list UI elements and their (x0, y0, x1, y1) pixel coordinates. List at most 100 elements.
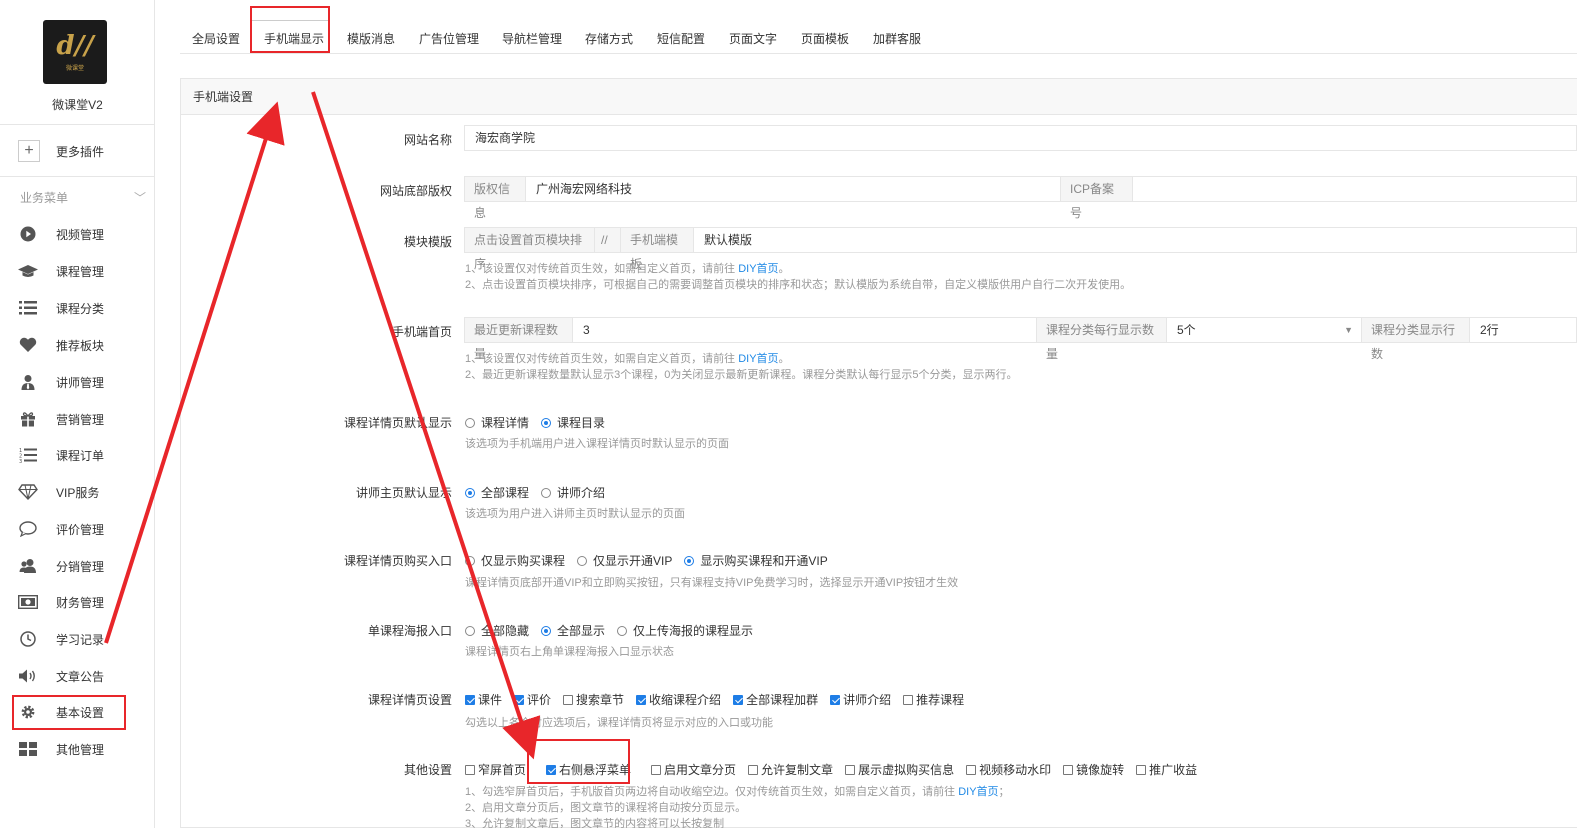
checkbox-recommend-course[interactable]: 推荐课程 (903, 691, 964, 708)
checkbox-collapse-intro[interactable]: 收缩课程介绍 (636, 691, 721, 708)
sidebar-item-recommend[interactable]: 推荐板块 (18, 333, 138, 357)
copyright-addon: 版权信息 (464, 176, 526, 220)
sidebar-item-marketing[interactable]: 营销管理 (18, 407, 138, 431)
latest-count-input[interactable]: 3 (572, 317, 1037, 343)
sidebar-divider (0, 176, 155, 177)
tab-sms-config[interactable]: 短信配置 (657, 30, 705, 47)
clock-icon (18, 629, 38, 649)
diy-home-link[interactable]: DIY首页 (958, 786, 998, 798)
checkbox-teacher-intro[interactable]: 讲师介绍 (830, 691, 891, 708)
sidebar-item-review[interactable]: 评价管理 (18, 517, 138, 541)
site-name-input[interactable]: 海宏商学院 (464, 125, 1577, 151)
teacher-default-label: 讲师主页默认显示 (355, 486, 452, 500)
diamond-icon (18, 482, 38, 502)
sidebar-item-distribution[interactable]: 分销管理 (18, 554, 138, 578)
svg-text:3: 3 (19, 459, 22, 463)
checkbox-narrow-home[interactable]: 窄屏首页 (465, 761, 526, 778)
radio-all-shown[interactable]: 全部显示 (541, 622, 605, 639)
checkbox-promotion-income[interactable]: 推广收益 (1136, 761, 1197, 778)
sidebar-item-finance[interactable]: 财务管理 (18, 590, 138, 614)
tab-storage[interactable]: 存储方式 (585, 30, 633, 47)
tab-page-text[interactable]: 页面文字 (729, 30, 777, 47)
checkbox-mirror-rotate[interactable]: 镜像旋转 (1063, 761, 1124, 778)
other-help-3: 3、允许复制文章后，图文章节的内容将可以长按复制 (465, 818, 725, 828)
mobile-home-label: 手机端首页 (391, 325, 452, 339)
radio-vip-only[interactable]: 仅显示开通VIP (577, 552, 672, 569)
section-business-menu[interactable]: 业务菜单 ﹀ (20, 189, 146, 206)
other-help-1: 1、勾选窄屏首页后，手机版首页两边将自动收缩空边。仅对传统首页生效，如需自定义首… (465, 786, 1010, 798)
users-icon (18, 556, 38, 576)
sidebar-item-other[interactable]: 其他管理 (18, 737, 138, 761)
footer-copyright-label: 网站底部版权 (379, 184, 452, 198)
gift-icon (18, 409, 38, 429)
category-per-row-select[interactable]: 5个 ▼ (1166, 317, 1362, 343)
detail-settings-label: 课程详情页设置 (367, 693, 452, 707)
sidebar-item-label: 视频管理 (56, 227, 105, 242)
poster-entry-label: 单课程海报入口 (367, 624, 452, 638)
checkbox-article-paging[interactable]: 启用文章分页 (651, 761, 736, 778)
radio-buy-only[interactable]: 仅显示购买课程 (465, 552, 565, 569)
sidebar-item-label: 学习记录 (56, 632, 105, 647)
tab-page-template[interactable]: 页面模板 (801, 30, 849, 47)
radio-teacher-intro[interactable]: 讲师介绍 (541, 484, 605, 501)
site-name-label: 网站名称 (403, 133, 452, 147)
tab-global-settings[interactable]: 全局设置 (192, 30, 240, 47)
radio-all-hidden[interactable]: 全部隐藏 (465, 622, 529, 639)
sidebar-item-category[interactable]: 课程分类 (18, 296, 138, 320)
checkbox-courseware[interactable]: 课件 (465, 691, 502, 708)
checkbox-search-chapter[interactable]: 搜索章节 (563, 691, 624, 708)
app-name: 微课堂V2 (52, 98, 103, 112)
checkbox-review[interactable]: 评价 (514, 691, 551, 708)
radio-poster-only[interactable]: 仅上传海报的课程显示 (617, 622, 753, 639)
icp-input[interactable] (1132, 176, 1577, 202)
module-sort-button[interactable]: 点击设置首页模块排序 (464, 227, 595, 271)
sidebar-item-label: 营销管理 (56, 412, 105, 427)
detail-settings-help: 勾选以上各个对应选项后，课程详情页将显示对应的入口或功能 (465, 717, 773, 729)
sidebar-item-orders[interactable]: 123 课程订单 (18, 443, 138, 467)
buy-entry-label: 课程详情页购买入口 (343, 554, 452, 568)
module-help-2: 2、点击设置首页模块排序，可根据自己的需要调整首页模块的排序和状态；默认模版为系… (465, 279, 1132, 291)
checkbox-allow-copy[interactable]: 允许复制文章 (748, 761, 833, 778)
tab-ad-management[interactable]: 广告位管理 (419, 30, 479, 47)
radio-course-detail[interactable]: 课程详情 (465, 414, 529, 431)
checkbox-join-group[interactable]: 全部课程加群 (733, 691, 818, 708)
checkbox-video-watermark[interactable]: 视频移动水印 (966, 761, 1051, 778)
sidebar-item-label: 推荐板块 (56, 338, 105, 353)
sidebar-item-study-record[interactable]: 学习记录 (18, 627, 138, 651)
detail-settings-checkboxes: 课件 评价 搜索章节 收缩课程介绍 全部课程加群 讲师介绍 推荐课程 (465, 691, 976, 708)
app-logo[interactable]: d// 微课堂 (43, 20, 107, 84)
logo-mark-icon: d// (56, 30, 94, 61)
sidebar-item-label: 课程分类 (56, 301, 105, 316)
more-plugins-label: 更多插件 (56, 144, 105, 159)
course-detail-default-help: 该选项为手机端用户进入课程详情页时默认显示的页面 (465, 438, 729, 450)
radio-all-courses[interactable]: 全部课程 (465, 484, 529, 501)
dropdown-caret-icon: ▼ (1344, 325, 1353, 335)
home-help-2: 2、最近更新课程数量默认显示3个课程，0为关闭显示最新更新课程。课程分类默认每行… (465, 369, 1018, 381)
sidebar-item-teacher[interactable]: 讲师管理 (18, 370, 138, 394)
teacher-default-radios: 全部课程 讲师介绍 (465, 484, 617, 501)
more-plugins-button[interactable]: + 更多插件 (18, 140, 104, 162)
module-separator: // (594, 227, 621, 253)
poster-entry-help: 课程详情页右上角单课程海报入口显示状态 (465, 646, 674, 658)
category-rows-select[interactable]: 2行 (1469, 317, 1577, 343)
sidebar-item-video[interactable]: 视频管理 (18, 222, 138, 246)
radio-course-catalog[interactable]: 课程目录 (541, 414, 605, 431)
sidebar-divider (0, 124, 155, 125)
sidebar-item-article[interactable]: 文章公告 (18, 664, 138, 688)
tab-group-service[interactable]: 加群客服 (873, 30, 921, 47)
tab-template-message[interactable]: 模版消息 (347, 30, 395, 47)
copyright-input[interactable]: 广州海宏网络科技 (525, 176, 1061, 202)
sidebar-item-vip[interactable]: VIP服务 (18, 480, 138, 504)
checkbox-virtual-purchase[interactable]: 展示虚拟购买信息 (845, 761, 954, 778)
category-rows-addon: 课程分类显示行数 (1361, 317, 1470, 361)
sidebar-item-course[interactable]: 课程管理 (18, 259, 138, 283)
diy-home-link[interactable]: DIY首页 (738, 263, 778, 275)
mobile-template-addon: 手机端模板 (620, 227, 694, 271)
tab-bar: 全局设置 手机端显示 模版消息 广告位管理 导航栏管理 存储方式 短信配置 页面… (180, 20, 1577, 54)
grid-icon (18, 739, 38, 759)
chevron-down-icon: ﹀ (133, 191, 146, 205)
module-template-select[interactable]: 默认模版 (693, 227, 1577, 253)
tab-nav-management[interactable]: 导航栏管理 (502, 30, 562, 47)
diy-home-link[interactable]: DIY首页 (738, 353, 778, 365)
radio-buy-and-vip[interactable]: 显示购买课程和开通VIP (684, 552, 828, 569)
